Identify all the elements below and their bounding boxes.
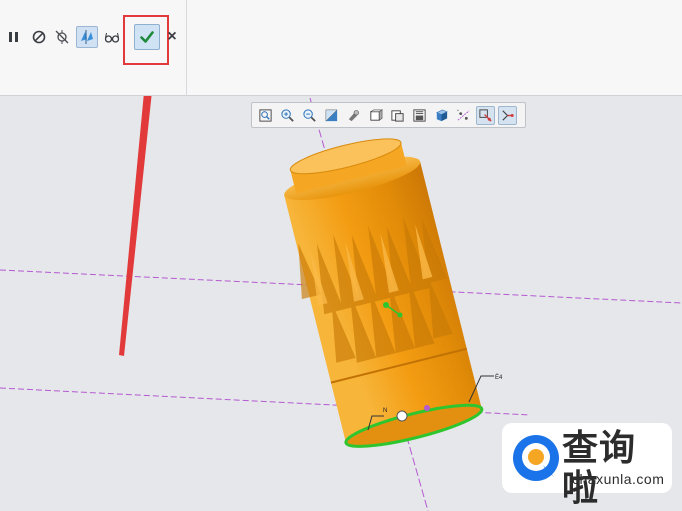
spin-center-button[interactable] [476,105,495,125]
dashboard-toolbar: × [0,0,682,96]
close-icon: × [167,28,177,45]
repaint-icon [325,109,338,122]
datum-display-button[interactable]: * [454,106,473,125]
no-entry-icon [32,30,46,44]
cad-workspace: N Ё4 × * 查询啦 chaxunla.com [0,0,682,511]
preview-icon [81,30,93,44]
zoom-in-button[interactable] [278,106,297,125]
dimension-label: N [383,408,387,414]
toolbar-divider [186,0,187,96]
zoom-in-icon [281,108,294,122]
perspective-icon [436,109,448,121]
graphics-toolbar: * [251,102,526,128]
svg-text:*: * [457,108,459,113]
glasses-icon [104,32,120,43]
pause-button[interactable] [3,26,25,48]
zoom-out-button[interactable] [300,106,319,125]
drag-handle[interactable] [396,410,408,422]
pause-tool-icon [55,30,69,44]
saved-views-button[interactable] [388,106,407,125]
watermark-domain: chaxunla.com [572,471,665,487]
orient-icon [348,109,359,121]
point-marker [424,405,430,411]
watermark-title: 查询啦 [562,428,637,509]
dimension-label: Ё4 [495,374,503,381]
orient-button[interactable] [344,106,363,125]
view-manager-icon [413,108,426,122]
zoom-fit-icon [259,108,272,122]
zoom-out-icon [303,108,316,122]
datum-display-icon: * [457,108,470,121]
no-entry-button[interactable] [28,26,50,48]
spin-center-icon [479,108,492,122]
annotation-display-button[interactable] [498,105,517,125]
cylinder-model[interactable] [268,128,484,456]
annotation-display-icon [502,109,514,121]
watermark: 查询啦 chaxunla.com [502,423,672,509]
annotation-arrow [119,63,163,356]
display-style-button[interactable] [366,106,385,125]
zoom-fit-button[interactable] [256,106,275,125]
pause-tool-button[interactable] [51,26,73,48]
display-style-icon [369,108,383,121]
saved-views-icon [391,109,404,122]
verify-button[interactable] [101,26,123,48]
view-manager-button[interactable] [410,106,429,125]
cancel-button[interactable]: × [163,26,181,48]
pause-icon [9,32,18,42]
preview-button[interactable] [76,26,98,48]
checkmark-icon [140,31,154,43]
brand-logo-icon [513,435,559,481]
repaint-button[interactable] [322,106,341,125]
perspective-button[interactable] [432,106,451,125]
ok-button[interactable] [134,24,160,50]
